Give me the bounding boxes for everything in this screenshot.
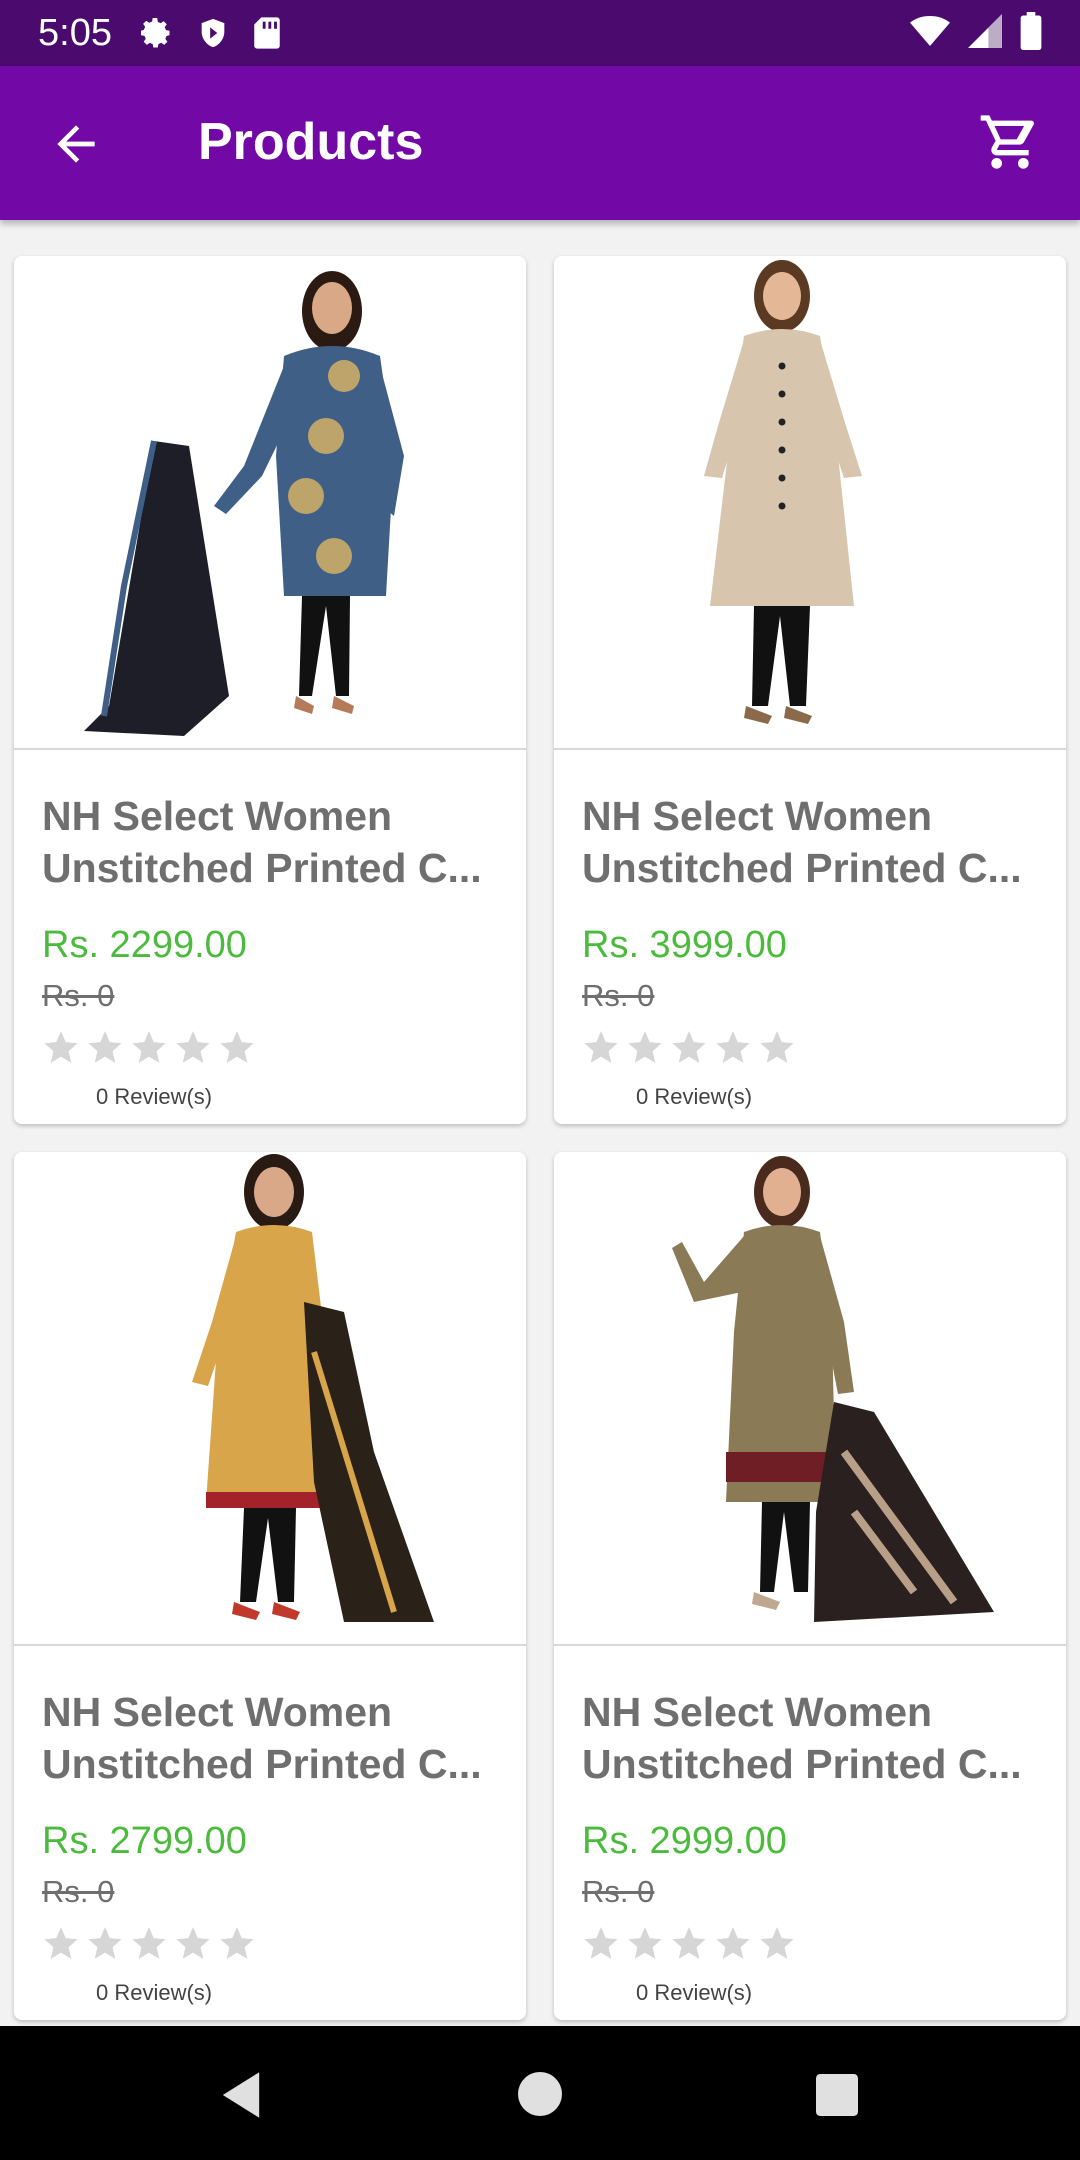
product-title: NH Select Women Unstitched Printed C... bbox=[42, 793, 482, 891]
product-price: Rs. 2999.00 bbox=[582, 1820, 787, 1862]
nav-home-icon[interactable] bbox=[518, 2072, 562, 2121]
rating-stars bbox=[42, 1924, 256, 1962]
star-icon bbox=[176, 1927, 210, 1959]
star-icon bbox=[132, 1927, 166, 1959]
system-nav-bar bbox=[0, 2026, 1080, 2160]
nav-recents-icon[interactable] bbox=[816, 2074, 858, 2121]
star-icon bbox=[132, 1031, 166, 1063]
signal-icon bbox=[968, 13, 1002, 53]
product-card[interactable]: NH Select Women Unstitched Printed C... … bbox=[14, 256, 526, 1124]
product-image[interactable] bbox=[14, 256, 526, 750]
shield-icon bbox=[196, 16, 230, 50]
star-icon bbox=[220, 1927, 254, 1959]
product-price: Rs. 2799.00 bbox=[42, 1820, 247, 1862]
star-icon bbox=[584, 1927, 618, 1959]
product-price: Rs. 2299.00 bbox=[42, 924, 247, 966]
star-icon bbox=[716, 1927, 750, 1959]
status-time: 5:05 bbox=[38, 11, 112, 54]
product-title: NH Select Women Unstitched Printed C... bbox=[42, 1689, 482, 1787]
star-icon bbox=[88, 1031, 122, 1063]
gear-icon bbox=[138, 15, 174, 51]
sd-card-icon bbox=[252, 16, 282, 50]
arrow-left-icon[interactable] bbox=[48, 116, 104, 172]
page-title: Products bbox=[198, 113, 424, 171]
star-icon bbox=[628, 1031, 662, 1063]
star-icon bbox=[672, 1927, 706, 1959]
product-image[interactable] bbox=[14, 1152, 526, 1646]
rating-stars bbox=[582, 1924, 796, 1962]
star-icon bbox=[220, 1031, 254, 1063]
product-price: Rs. 3999.00 bbox=[582, 924, 787, 966]
star-icon bbox=[88, 1927, 122, 1959]
product-old-price: Rs. 0 bbox=[42, 1874, 115, 1909]
product-old-price: Rs. 0 bbox=[582, 978, 655, 1013]
status-bar: 5:05 bbox=[0, 0, 1080, 66]
rating-stars bbox=[582, 1028, 796, 1066]
star-icon bbox=[760, 1927, 794, 1959]
star-icon bbox=[672, 1031, 706, 1063]
star-icon bbox=[176, 1031, 210, 1063]
product-card[interactable]: NH Select Women Unstitched Printed C... … bbox=[554, 1152, 1066, 2020]
product-old-price: Rs. 0 bbox=[582, 1874, 655, 1909]
product-card[interactable]: NH Select Women Unstitched Printed C... … bbox=[554, 256, 1066, 1124]
review-count: 0 Review(s) bbox=[636, 1980, 753, 2005]
rating-stars bbox=[42, 1028, 256, 1066]
star-icon bbox=[584, 1031, 618, 1063]
star-icon bbox=[716, 1031, 750, 1063]
product-image[interactable] bbox=[554, 1152, 1066, 1646]
product-old-price: Rs. 0 bbox=[42, 978, 115, 1013]
product-card[interactable]: NH Select Women Unstitched Printed C... … bbox=[14, 1152, 526, 2020]
battery-icon bbox=[1020, 11, 1042, 55]
review-count: 0 Review(s) bbox=[636, 1084, 753, 1109]
cart-icon[interactable] bbox=[978, 110, 1042, 174]
star-icon bbox=[628, 1927, 662, 1959]
star-icon bbox=[760, 1031, 794, 1063]
review-count: 0 Review(s) bbox=[96, 1084, 213, 1109]
product-title: NH Select Women Unstitched Printed C... bbox=[582, 1689, 1022, 1787]
app-bar: Products bbox=[0, 66, 1080, 220]
product-title: NH Select Women Unstitched Printed C... bbox=[582, 793, 1022, 891]
product-image[interactable] bbox=[554, 256, 1066, 750]
review-count: 0 Review(s) bbox=[96, 1980, 213, 2005]
product-grid: NH Select Women Unstitched Printed C... … bbox=[0, 220, 1080, 2026]
nav-back-icon[interactable] bbox=[218, 2070, 264, 2125]
star-icon bbox=[44, 1031, 78, 1063]
star-icon bbox=[44, 1927, 78, 1959]
wifi-icon bbox=[910, 14, 950, 53]
